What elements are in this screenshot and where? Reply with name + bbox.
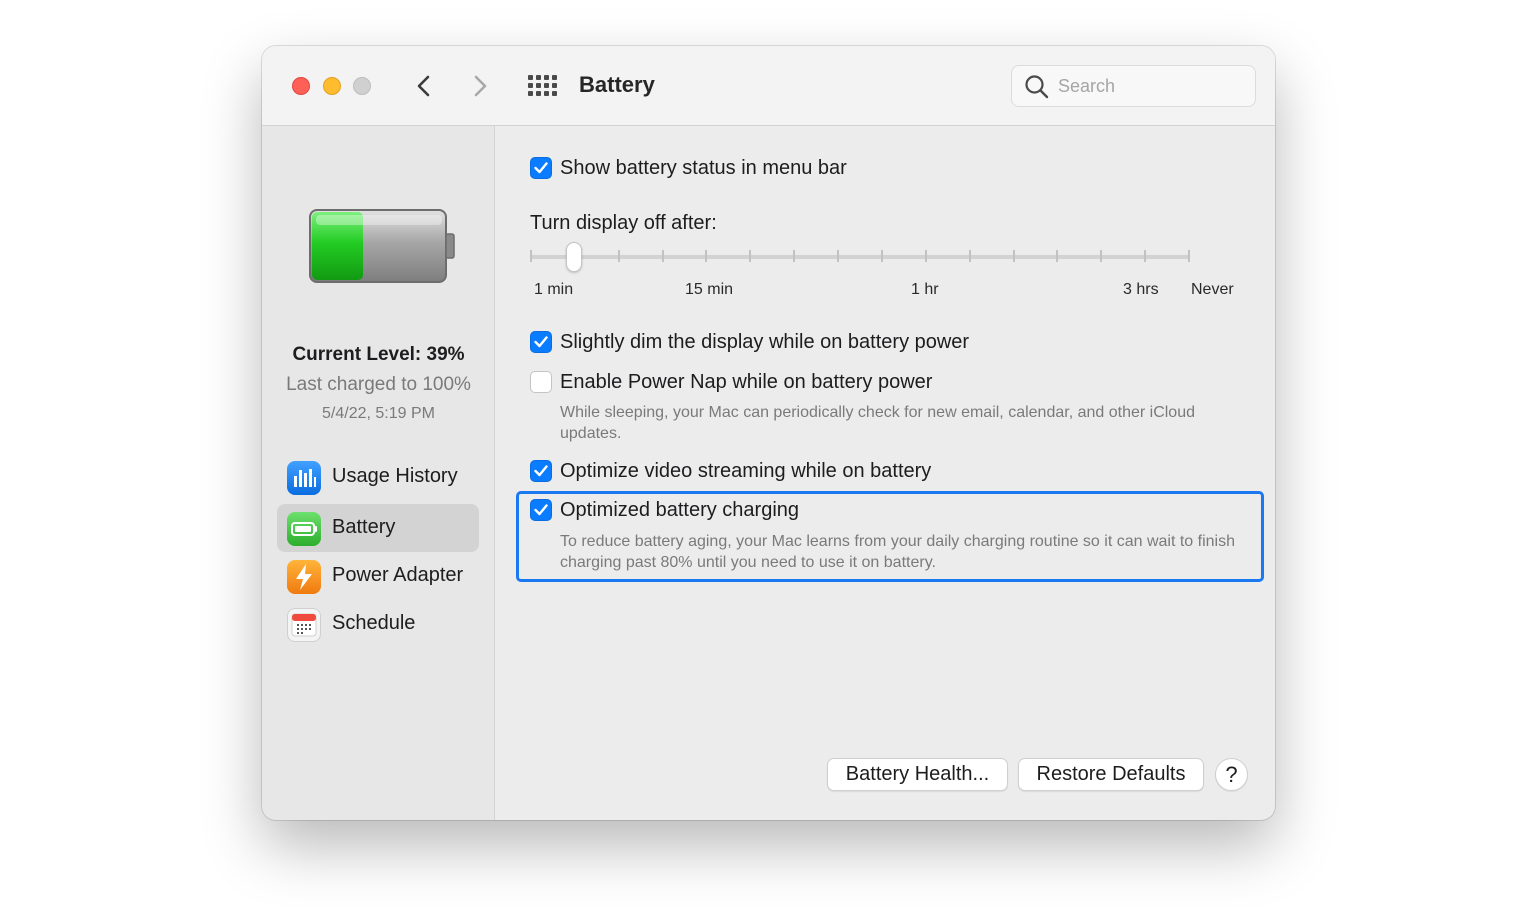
last-charged-text: Last charged to 100% [286,374,471,395]
tick-label-1-hr: 1 hr [911,281,939,298]
slider-tick [1100,250,1102,262]
show-battery-status-label: Show battery status in menu bar [560,157,847,179]
sidebar-item-battery[interactable]: Battery [277,504,479,552]
sidebar-item-label: Battery [332,516,396,538]
battery-icon [287,512,321,546]
sidebar-item-usage-history[interactable]: Usage History [277,453,479,501]
slider-tick [969,250,971,262]
slider-tick [749,250,751,262]
sidebar-item-label: Usage History [332,465,458,487]
sidebar: Current Level: 39% Last charged to 100% … [262,126,495,820]
slider-tick [1144,250,1146,262]
schedule-icon [287,608,321,642]
slider-track[interactable] [530,255,1190,259]
slider-thumb[interactable] [566,242,582,272]
zoom-button[interactable] [353,77,371,95]
slider-tick [1188,250,1190,262]
checkmark-icon [534,162,548,174]
settings-panel: Show battery status in menu bar Turn dis… [496,126,1275,820]
optimized-charging-checkbox[interactable] [530,499,552,521]
sidebar-item-label: Schedule [332,612,416,634]
optimized-charging-label: Optimized battery charging [560,499,800,521]
chevron-left-icon [417,75,430,97]
close-button[interactable] [292,77,310,95]
power-adapter-icon [287,560,321,594]
current-level-text: Current Level: 39% [292,344,465,365]
power-nap-checkbox[interactable] [530,371,552,393]
tick-label-3-hrs: 3 hrs [1123,281,1159,298]
slider-tick [925,250,927,262]
dim-display-label: Slightly dim the display while on batter… [560,331,970,353]
display-off-label: Turn display off after: [530,212,717,234]
usage-history-icon [287,461,321,495]
checkmark-icon [534,465,548,477]
show-battery-status-checkbox[interactable] [530,157,552,179]
slider-tick [705,250,707,262]
checkmark-icon [534,336,548,348]
dim-display-checkbox[interactable] [530,331,552,353]
video-streaming-label: Optimize video streaming while on batter… [560,460,932,482]
optimized-charging-description: To reduce battery aging, your Mac learns… [560,533,1235,571]
search-field[interactable] [1011,65,1256,107]
sidebar-item-label: Power Adapter [332,564,464,586]
slider-tick [837,250,839,262]
chevron-right-icon [474,75,487,97]
tick-label-15-min: 15 min [685,281,734,298]
slider-tick [793,250,795,262]
power-nap-label: Enable Power Nap while on battery power [560,371,933,393]
minimize-button[interactable] [323,77,341,95]
power-nap-description: While sleeping, your Mac can periodicall… [560,404,1195,442]
slider-tick [530,250,532,262]
video-streaming-checkbox[interactable] [530,460,552,482]
help-button[interactable]: ? [1215,758,1248,791]
slider-tick [662,250,664,262]
checkmark-icon [534,504,548,516]
restore-defaults-button[interactable]: Restore Defaults [1018,758,1204,791]
sidebar-item-schedule[interactable]: Schedule [277,600,479,648]
tick-label-never: Never [1191,281,1234,298]
battery-health-button[interactable]: Battery Health... [827,758,1008,791]
back-button[interactable] [409,70,439,102]
title-bar: Battery [262,46,1275,126]
search-icon [1025,75,1049,99]
slider-tick [1056,250,1058,262]
window-title: Battery [579,72,655,97]
battery-level-graphic [309,209,455,283]
sidebar-item-power-adapter[interactable]: Power Adapter [277,552,479,600]
slider-tick [618,250,620,262]
show-all-grid-button[interactable] [528,75,558,97]
tick-label-1-min: 1 min [534,281,574,298]
slider-tick [1013,250,1015,262]
search-input[interactable] [1058,72,1243,100]
battery-preferences-window: Battery Search Current Level: 39% Last c… [262,46,1275,820]
forward-button[interactable] [465,70,495,102]
charge-date-text: 5/4/22, 5:19 PM [322,405,435,422]
slider-tick [881,250,883,262]
